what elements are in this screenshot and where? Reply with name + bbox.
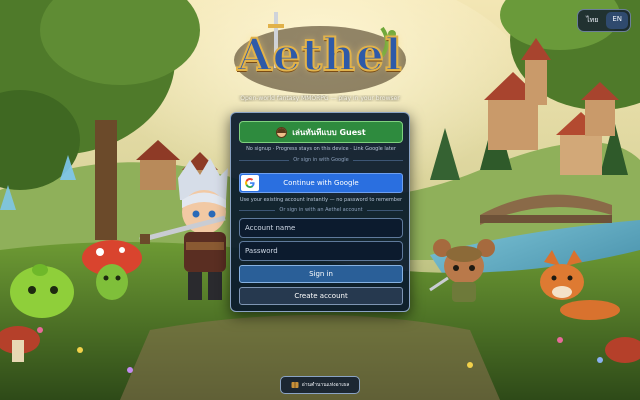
account-divider-label: Or sign in with an Aethel account (279, 207, 363, 213)
account-name-input[interactable] (239, 218, 403, 238)
lore-link-button[interactable]: อ่านตำนานแห่งอาเธล (280, 376, 360, 394)
google-signin-label: Continue with Google (283, 179, 359, 187)
guest-avatar-icon (276, 126, 288, 138)
language-switch: ไทย EN (577, 9, 631, 32)
logo-text: Aethel (236, 29, 403, 82)
account-divider: Or sign in with an Aethel account (239, 207, 403, 213)
lore-link-label: อ่านตำนานแห่งอาเธล (301, 382, 350, 388)
guest-play-button[interactable]: เล่นทันทีแบบ Guest (239, 121, 403, 143)
guest-note: No signup · Progress stays on this devic… (246, 146, 396, 152)
lang-english-button[interactable]: EN (606, 12, 628, 29)
lang-thai-button[interactable]: ไทย (580, 12, 604, 29)
google-divider: Or sign in with Google (239, 157, 404, 163)
password-input[interactable] (239, 241, 403, 261)
tagline: Open-world fantasy MMORPG — play in your… (240, 95, 400, 102)
google-signin-button[interactable]: Continue with Google (239, 173, 403, 193)
book-icon (291, 382, 299, 388)
sign-in-button[interactable]: Sign in (239, 265, 403, 283)
google-g-icon (241, 175, 259, 191)
game-logo: Aethel (232, 8, 408, 104)
create-account-button[interactable]: Create account (239, 287, 403, 305)
google-divider-label: Or sign in with Google (293, 157, 349, 163)
guest-play-label: เล่นทันทีแบบ Guest (292, 127, 366, 137)
login-panel: เล่นทันทีแบบ Guest No signup · Progress … (230, 112, 410, 312)
google-note: Use your existing account instantly — no… (239, 197, 403, 203)
